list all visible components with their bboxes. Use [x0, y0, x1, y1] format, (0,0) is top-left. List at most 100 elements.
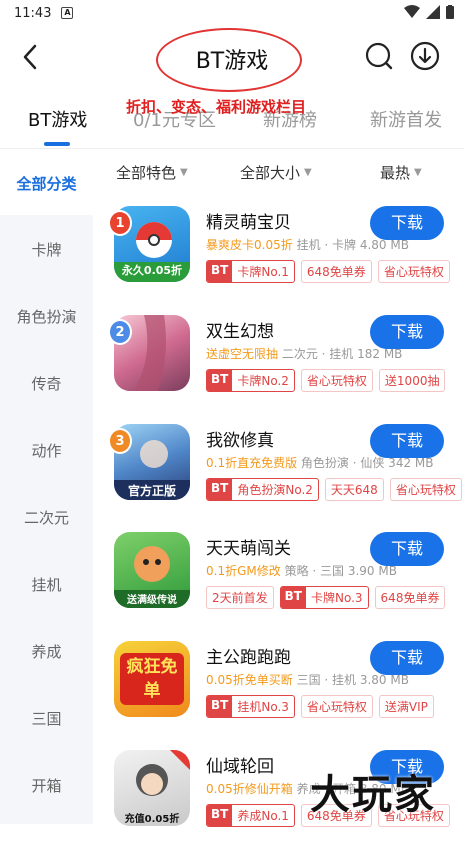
battery-icon: [446, 5, 454, 19]
watermark-logo: 大玩家: [310, 772, 436, 818]
game-name: 仙域轮回: [206, 757, 274, 777]
game-category-size: 策略 · 三国 3.90 MB: [284, 564, 397, 578]
sidebar-item-three-kingdoms[interactable]: 三国: [0, 708, 93, 729]
tag: 省心玩特权: [377, 260, 450, 283]
game-list-item[interactable]: 官方正版 3 我欲修真 0.1折直充免费版 角色扮演 · 仙侠 342 MB B…: [106, 424, 464, 532]
game-promo: 0.1折GM修改: [206, 564, 281, 578]
game-icon-caption: 官方正版: [127, 484, 176, 498]
chevron-down-icon: ▼: [304, 167, 312, 178]
wifi-icon: [404, 5, 420, 18]
game-name: 我欲修真: [206, 431, 274, 451]
sidebar-item-rpg[interactable]: 角色扮演: [0, 306, 93, 327]
game-category-size: 角色扮演 · 仙侠 342 MB: [300, 456, 434, 470]
annotation-ellipse: [156, 28, 302, 92]
tag: 送满VIP: [378, 695, 434, 718]
rank-tag: BT 挂机No.3: [206, 695, 295, 718]
game-list-item[interactable]: 永久0.05折 1 精灵萌宝贝 暴爽皮卡0.05折 挂机 · 卡牌 4.80 M…: [106, 206, 464, 314]
category-sidebar: 全部分类 卡牌 角色扮演 传奇 动作 二次元 挂机 养成 三国 开箱: [0, 149, 93, 824]
download-manager-button[interactable]: [410, 41, 440, 71]
download-button[interactable]: 下载: [370, 315, 444, 349]
notification-a-icon: A: [61, 7, 74, 19]
annotation-text: 折扣、变态、福利游戏栏目: [126, 98, 307, 116]
rank-tag: BT 角色扮演No.2: [206, 478, 319, 501]
filter-sort[interactable]: 最热 ▼: [380, 162, 422, 183]
search-button[interactable]: [364, 41, 394, 71]
chevron-down-icon: ▼: [180, 167, 188, 178]
tag: 2天前首发: [206, 586, 274, 609]
tag: 648免单券: [300, 260, 372, 283]
tag-row: BT 角色扮演No.2 天天648 省心玩特权: [206, 478, 462, 501]
game-promo: 0.05折修仙开箱: [206, 782, 293, 796]
sidebar-item-anime[interactable]: 二次元: [0, 507, 93, 528]
chevron-down-icon: ▼: [414, 167, 422, 178]
status-bar: 11:43 A: [0, 0, 464, 26]
sidebar-item-all[interactable]: 全部分类: [0, 173, 93, 194]
game-category-size: 三国 · 挂机 3.80 MB: [296, 673, 409, 687]
download-icon: [410, 41, 440, 71]
tab-indicator: [44, 142, 70, 146]
tag-row: BT 挂机No.3 省心玩特权 送满VIP: [206, 695, 434, 718]
game-icon: 充值0.05折: [114, 750, 190, 826]
tag: 送1000抽: [378, 369, 446, 392]
filter-size-label: 全部大小: [240, 164, 301, 182]
game-meta: 0.05折免单买断 三国 · 挂机 3.80 MB: [206, 671, 409, 688]
status-icons: [404, 5, 454, 19]
game-name: 精灵萌宝贝: [206, 213, 291, 233]
sidebar-item-box[interactable]: 开箱: [0, 775, 93, 796]
filter-sort-label: 最热: [380, 164, 411, 182]
download-button[interactable]: 下载: [370, 641, 444, 675]
sidebar-item-card[interactable]: 卡牌: [0, 239, 93, 260]
game-list-item[interactable]: 送满级传说 天天萌闯关 0.1折GM修改 策略 · 三国 3.90 MB 2天前…: [106, 532, 464, 640]
rank-tag: BT 卡牌No.3: [279, 586, 369, 609]
game-meta: 送虚空无限抽 二次元 · 挂机 182 MB: [206, 345, 402, 362]
sidebar-item-nurture[interactable]: 养成: [0, 641, 93, 662]
game-icon-caption: 送满级传说: [127, 595, 177, 606]
game-icon: 疯狂免单: [114, 641, 190, 717]
game-icon-caption: 永久0.05折: [121, 264, 183, 277]
header: BT游戏: [0, 26, 464, 92]
game-category-size: 二次元 · 挂机 182 MB: [281, 347, 403, 361]
filter-feature[interactable]: 全部特色 ▼: [116, 162, 188, 183]
sidebar-item-action[interactable]: 动作: [0, 440, 93, 461]
rank-badge: 1: [108, 210, 132, 236]
game-icon: 送满级传说: [114, 532, 190, 608]
game-list-item[interactable]: 疯狂免单 主公跑跑跑 0.05折免单买断 三国 · 挂机 3.80 MB BT 挂…: [106, 641, 464, 749]
game-icon-caption: 充值0.05折: [124, 814, 180, 825]
signal-icon: [426, 5, 440, 19]
tag: 省心玩特权: [300, 369, 373, 392]
game-name: 主公跑跑跑: [206, 648, 291, 668]
tag-row: 2天前首发 BT 卡牌No.3 648免单券: [206, 586, 446, 609]
game-list-item[interactable]: 2 双生幻想 送虚空无限抽 二次元 · 挂机 182 MB BT 卡牌No.2 省…: [106, 315, 464, 423]
game-name: 天天萌闯关: [206, 539, 291, 559]
download-button[interactable]: 下载: [370, 532, 444, 566]
download-button[interactable]: 下载: [370, 206, 444, 240]
game-name: 双生幻想: [206, 322, 274, 342]
tag: 天天648: [324, 478, 384, 501]
filter-feature-label: 全部特色: [116, 164, 177, 182]
tag: 648免单券: [374, 586, 446, 609]
rank-badge: 3: [108, 428, 132, 454]
rank-tag: BT 卡牌No.1: [206, 260, 295, 283]
game-promo: 0.05折免单买断: [206, 673, 293, 687]
game-icon-caption: 疯狂免单: [120, 653, 184, 705]
rank-badge: 2: [108, 319, 132, 345]
game-meta: 暴爽皮卡0.05折 挂机 · 卡牌 4.80 MB: [206, 236, 409, 253]
tag-row: BT 卡牌No.2 省心玩特权 送1000抽: [206, 369, 446, 392]
tag-row: BT 卡牌No.1 648免单券 省心玩特权: [206, 260, 450, 283]
game-promo: 送虚空无限抽: [206, 347, 279, 361]
tab-new-releases[interactable]: 新游首发: [370, 98, 442, 140]
tag: 省心玩特权: [300, 695, 373, 718]
game-promo: 暴爽皮卡0.05折: [206, 238, 293, 252]
sidebar-item-idle[interactable]: 挂机: [0, 574, 93, 595]
tag: 省心玩特权: [389, 478, 462, 501]
game-promo: 0.1折直充免费版: [206, 456, 298, 470]
download-button[interactable]: 下载: [370, 424, 444, 458]
sidebar-item-legend[interactable]: 传奇: [0, 373, 93, 394]
game-category-size: 挂机 · 卡牌 4.80 MB: [296, 238, 409, 252]
rank-tag: BT 卡牌No.2: [206, 369, 295, 392]
status-time: 11:43: [14, 5, 52, 21]
search-icon: [365, 42, 393, 70]
game-meta: 0.1折GM修改 策略 · 三国 3.90 MB: [206, 562, 397, 579]
tab-bt-games[interactable]: BT游戏: [28, 98, 87, 140]
filter-size[interactable]: 全部大小 ▼: [240, 162, 312, 183]
